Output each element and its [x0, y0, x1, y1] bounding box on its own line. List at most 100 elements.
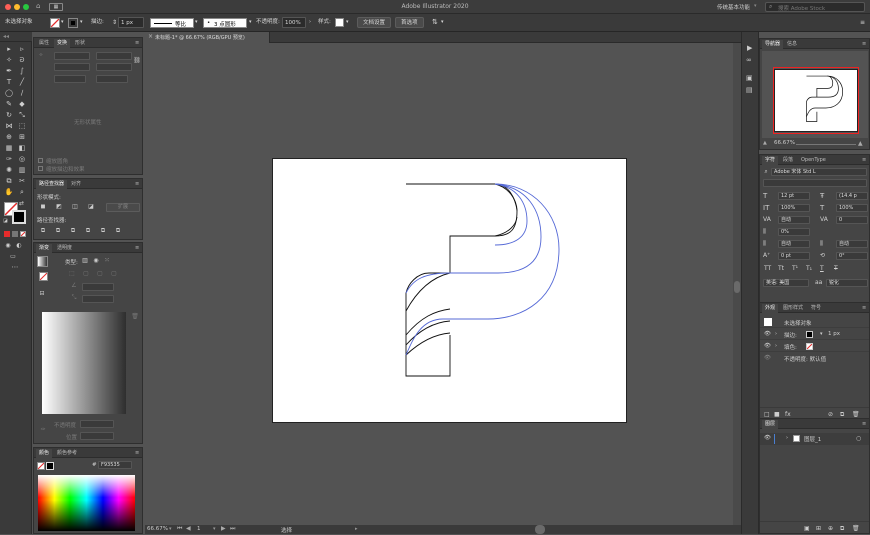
- eyedropper-tool-icon[interactable]: ✑: [4, 155, 14, 164]
- graphic-style-swatch[interactable]: [335, 18, 344, 27]
- line-tool-icon[interactable]: ╱: [17, 78, 27, 87]
- paintbrush-tool-icon[interactable]: ∕: [17, 89, 27, 98]
- layer-target-icon[interactable]: ○: [856, 435, 861, 442]
- tracking-field[interactable]: 0: [836, 216, 868, 224]
- disclosure-arrow-icon[interactable]: ›: [786, 435, 788, 441]
- scale-corners-checkbox[interactable]: [38, 158, 43, 163]
- eye-icon[interactable]: 👁: [764, 355, 771, 361]
- stroke-dropdown-icon[interactable]: ▾: [80, 17, 83, 28]
- previous-artboard-icon[interactable]: ◀: [186, 525, 191, 532]
- outline-icon[interactable]: ⧉: [99, 227, 107, 235]
- tab-graphic-styles[interactable]: 图形样式: [780, 304, 806, 313]
- add-effect-icon[interactable]: fx: [785, 411, 791, 418]
- crop-icon[interactable]: ⧉: [84, 227, 92, 235]
- next-artboard-icon[interactable]: ▶: [221, 525, 226, 532]
- stroke-row-swatch[interactable]: [806, 331, 813, 338]
- delete-item-icon[interactable]: 🗑: [852, 411, 860, 418]
- leading-field[interactable]: (14.4 p: [836, 192, 868, 200]
- tab-transparency[interactable]: 透明度: [54, 244, 75, 253]
- zoom-dropdown-icon[interactable]: ▾: [169, 526, 172, 532]
- trim-icon[interactable]: ⧉: [54, 227, 62, 235]
- navigator-zoom[interactable]: 66.67%: [774, 140, 795, 146]
- vertical-scroll-thumb[interactable]: [734, 281, 740, 293]
- y-field[interactable]: [54, 63, 90, 71]
- stroke-weight-field[interactable]: 1 px: [118, 17, 144, 28]
- document-tab[interactable]: × 未标题-1* @ 66.67% (RGB/GPU 预览): [145, 32, 270, 43]
- stroke-stepper-icon[interactable]: ⇕: [112, 17, 117, 28]
- constrain-proportions-icon[interactable]: ⛓: [133, 57, 141, 65]
- fill-swatch[interactable]: [50, 18, 60, 28]
- kerning-field[interactable]: 自动: [778, 216, 810, 224]
- variable-width-profile[interactable]: 等比: [150, 18, 194, 28]
- lasso-tool-icon[interactable]: ᘐ: [17, 56, 27, 65]
- tab-align[interactable]: 对齐: [68, 180, 84, 189]
- panel-menu-icon[interactable]: ≡: [859, 156, 869, 165]
- zoom-level[interactable]: 66.67%: [147, 526, 168, 532]
- gradient-slider[interactable]: [42, 312, 126, 414]
- libraries-icon[interactable]: ▤: [746, 86, 753, 94]
- edit-gradient-icon[interactable]: ⬚: [68, 270, 76, 278]
- scale-strokes-checkbox[interactable]: [38, 166, 43, 171]
- panel-menu-icon[interactable]: ≡: [132, 180, 142, 189]
- intersect-icon[interactable]: ◫: [71, 203, 79, 211]
- shear-field[interactable]: [96, 75, 128, 83]
- zoom-in-icon[interactable]: ▲: [858, 140, 863, 147]
- color-stroke-swatch[interactable]: [46, 462, 54, 470]
- fill-row-swatch[interactable]: [806, 343, 813, 350]
- x-field[interactable]: [54, 52, 90, 60]
- gradient-mode-icon[interactable]: [12, 231, 18, 237]
- tab-info[interactable]: 信息: [784, 40, 800, 49]
- add-stroke-icon[interactable]: □: [764, 411, 770, 418]
- height-field[interactable]: [96, 63, 132, 71]
- navigator-zoom-slider[interactable]: [796, 144, 856, 145]
- gradient-tool-icon[interactable]: ◧: [17, 144, 27, 153]
- tab-layers[interactable]: 图层: [762, 420, 779, 429]
- arrange-dropdown-icon[interactable]: ▾: [441, 17, 444, 28]
- stroke-row-weight[interactable]: 1 px: [828, 331, 840, 337]
- minus-back-icon[interactable]: ⧉: [114, 227, 122, 235]
- width-field[interactable]: [96, 52, 132, 60]
- tab-paragraph[interactable]: 段落: [780, 156, 796, 165]
- tab-opentype[interactable]: OpenType: [798, 156, 829, 165]
- vertical-scale-field[interactable]: 100%: [778, 204, 810, 212]
- panel-menu-icon[interactable]: ≡: [132, 449, 142, 458]
- preferences-button[interactable]: 首选项: [395, 17, 424, 28]
- width-tool-icon[interactable]: ⋈: [4, 122, 14, 131]
- tab-color[interactable]: 颜色: [36, 449, 53, 458]
- gradient-location-field[interactable]: [80, 432, 114, 440]
- type-tool-icon[interactable]: T: [4, 78, 14, 87]
- disclosure-arrow-icon[interactable]: ›: [775, 343, 777, 349]
- image-trace-icon[interactable]: ▣: [746, 74, 753, 82]
- zoom-tool-icon[interactable]: ⌕: [17, 188, 27, 197]
- tab-appearance[interactable]: 外观: [762, 304, 779, 313]
- workspace-menu[interactable]: 传统基本功能: [717, 3, 750, 11]
- appearance-stroke-row[interactable]: 👁 › 描边: ▾ 1 px: [760, 329, 869, 340]
- appearance-fill-row[interactable]: 👁 › 填色:: [760, 341, 869, 352]
- tab-navigator[interactable]: 导航器: [762, 40, 784, 49]
- panel-menu-icon[interactable]: ≡: [860, 17, 865, 28]
- ellipse-tool-icon[interactable]: ◯: [4, 89, 14, 98]
- stroke-gradient-3-icon[interactable]: ▢: [110, 270, 118, 278]
- reference-point-icon[interactable]: ⁘: [37, 51, 45, 59]
- default-colors-icon[interactable]: ◪: [3, 218, 8, 224]
- shape-builder-tool-icon[interactable]: ⊕: [4, 133, 14, 142]
- eye-icon[interactable]: 👁: [764, 435, 771, 441]
- angle-field[interactable]: [82, 283, 114, 291]
- stroke-row-dropdown-icon[interactable]: ▾: [820, 331, 823, 337]
- perspective-grid-tool-icon[interactable]: ⊞: [17, 133, 27, 142]
- anti-aliasing-field[interactable]: 锐化: [826, 279, 868, 287]
- slice-tool-icon[interactable]: ✂: [17, 177, 27, 186]
- pen-tool-icon[interactable]: ✒: [4, 67, 14, 76]
- panel-menu-icon[interactable]: ≡: [132, 244, 142, 253]
- tab-shape[interactable]: 形状: [72, 39, 88, 48]
- gradient-stroke-icon[interactable]: ⊟: [38, 290, 46, 298]
- aki-right-field[interactable]: 自动: [836, 240, 868, 248]
- new-layer-icon[interactable]: ⊕: [828, 525, 833, 532]
- zoom-out-icon[interactable]: ▲: [763, 140, 767, 146]
- artboard[interactable]: [272, 158, 627, 423]
- unite-icon[interactable]: ◼: [39, 203, 47, 211]
- selection-tool-icon[interactable]: ▸: [4, 45, 14, 54]
- linear-gradient-icon[interactable]: ▥: [81, 257, 89, 265]
- artboard-number[interactable]: 1: [197, 526, 201, 532]
- symbol-sprayer-tool-icon[interactable]: ✺: [4, 166, 14, 175]
